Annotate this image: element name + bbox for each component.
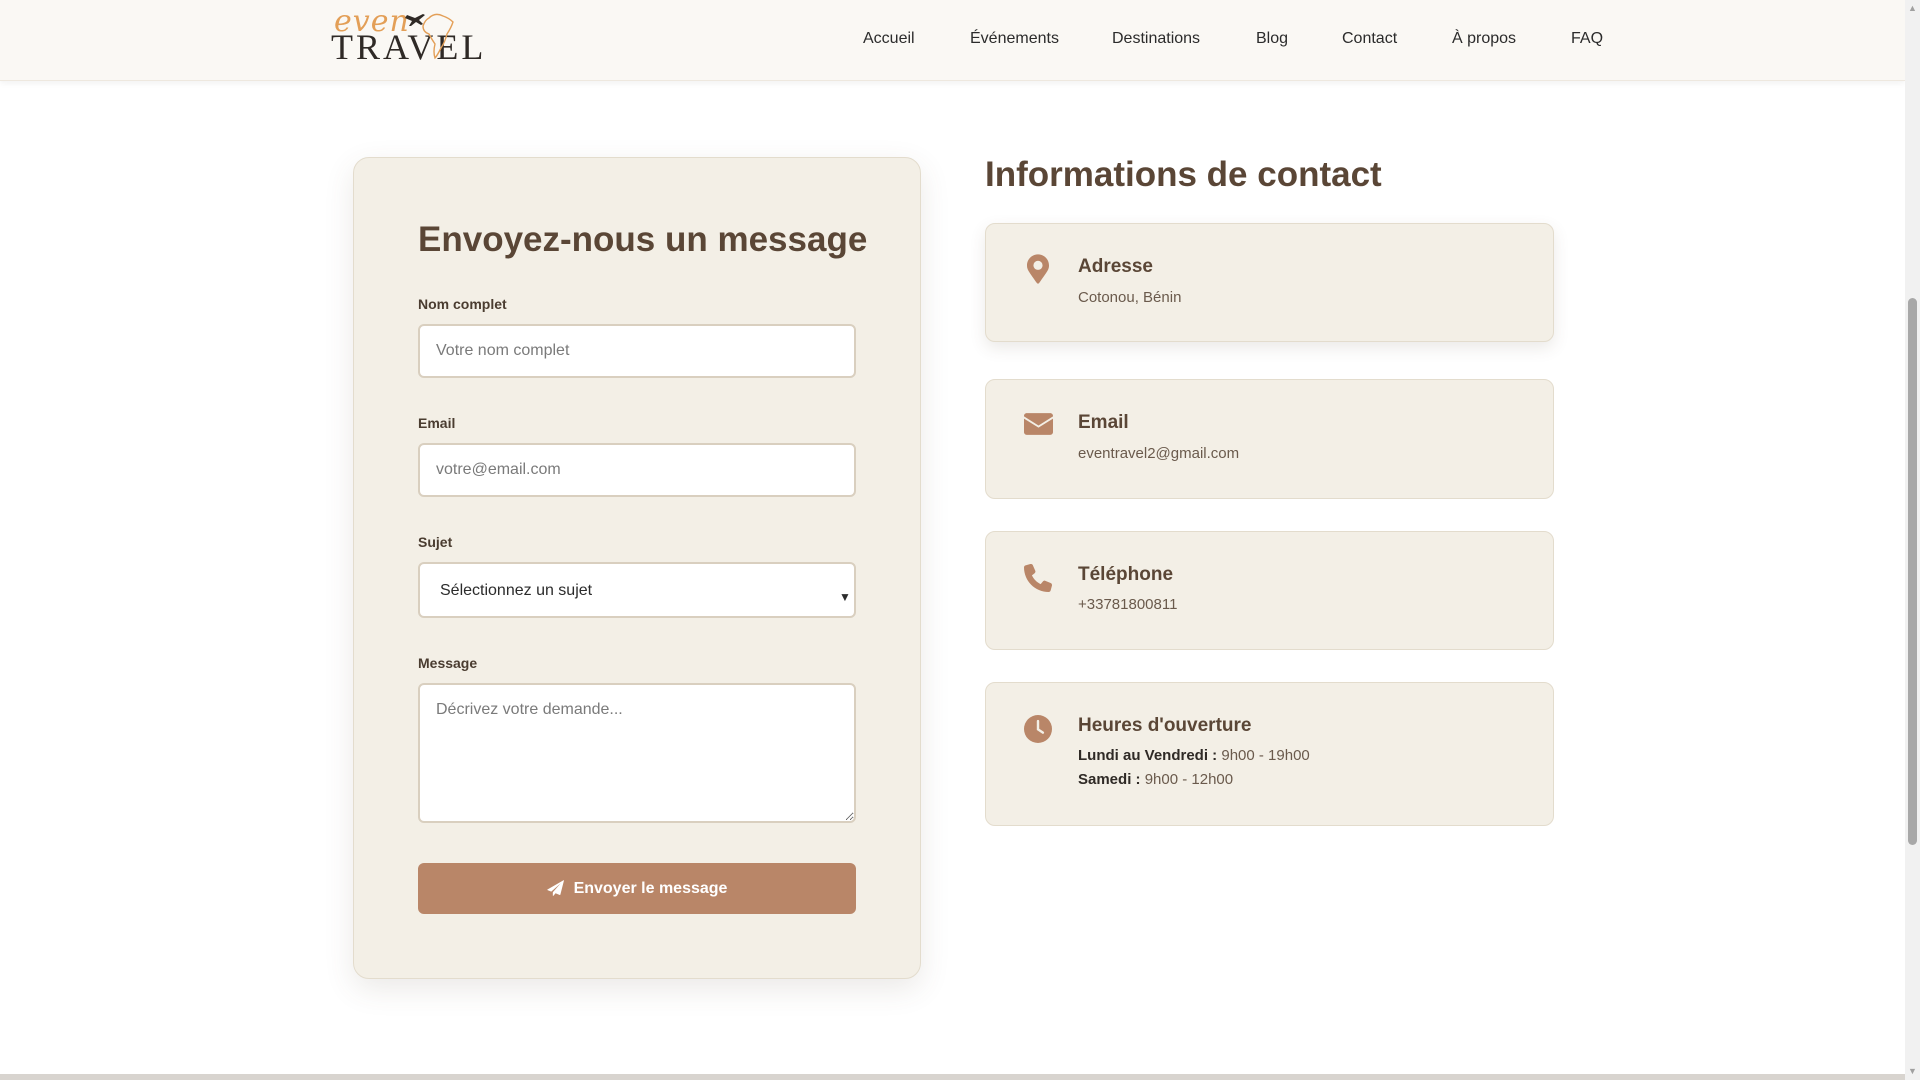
hours-saturday-value: 9h00 - 12h00 [1144,771,1234,788]
hours-heading: Heures d'ouverture [1078,715,1252,736]
form-title: Envoyez-nous un message [418,220,868,259]
email-card: Email eventravel2@gmail.com [985,379,1554,499]
name-field[interactable] [418,324,856,378]
paper-plane-icon [546,880,564,896]
contact-info-title: Informations de contact [985,155,1382,194]
phone-value[interactable]: +33781800811 [1078,596,1177,613]
scrollbar-thumb[interactable] [1908,298,1917,845]
main-nav: Accueil Événements Destinations Blog Con… [0,0,1905,81]
email-label: Email [418,415,456,431]
email-value[interactable]: eventravel2@gmail.com [1078,445,1239,462]
hours-saturday: Samedi : 9h00 - 12h00 [1078,771,1233,788]
message-label: Message [418,655,478,671]
vertical-scrollbar[interactable]: ▲ ▼ [1905,0,1920,1080]
hours-card: Heures d'ouverture Lundi au Vendredi : 9… [985,682,1554,826]
send-message-label: Envoyer le message [573,879,728,897]
envelope-icon [1024,413,1053,435]
message-field[interactable] [418,683,856,823]
email-field[interactable] [418,443,856,497]
nav-item-contact[interactable]: Contact [1342,30,1397,48]
address-value: Cotonou, Bénin [1078,289,1182,306]
address-heading: Adresse [1078,256,1153,277]
phone-card: Téléphone +33781800811 [985,531,1554,650]
subject-select[interactable]: Sélectionnez un sujet [418,562,856,618]
send-message-button[interactable]: Envoyer le message [418,863,856,914]
email-heading: Email [1078,412,1129,433]
address-card: Adresse Cotonou, Bénin [985,223,1554,342]
nav-item-destinations[interactable]: Destinations [1112,30,1200,48]
contact-form-card: Envoyez-nous un message Nom complet Emai… [353,157,921,979]
hours-weekdays: Lundi au Vendredi : 9h00 - 19h00 [1078,747,1310,764]
subject-label: Sujet [418,534,453,550]
hours-saturday-label: Samedi : [1078,771,1141,788]
hours-weekdays-label: Lundi au Vendredi : [1078,747,1218,764]
nav-item-faq[interactable]: FAQ [1571,30,1603,48]
chevron-down-icon: ▼ [839,590,851,604]
nav-item-blog[interactable]: Blog [1256,30,1288,48]
clock-icon [1024,715,1052,743]
phone-icon [1024,564,1052,592]
phone-heading: Téléphone [1078,564,1174,585]
nav-item-evenements[interactable]: Événements [970,30,1059,48]
nav-item-a-propos[interactable]: À propos [1452,30,1516,48]
name-label: Nom complet [418,296,507,312]
map-pin-icon [1027,254,1049,284]
site-header: even TRAVEL Accueil Événements Destinati… [0,0,1905,81]
hours-weekdays-value: 9h00 - 19h00 [1221,747,1310,764]
nav-item-accueil[interactable]: Accueil [863,30,915,48]
scroll-down-icon[interactable]: ▼ [1908,1067,1917,1076]
scroll-up-icon[interactable]: ▲ [1908,4,1917,13]
page-bottom-edge [0,1074,1905,1080]
